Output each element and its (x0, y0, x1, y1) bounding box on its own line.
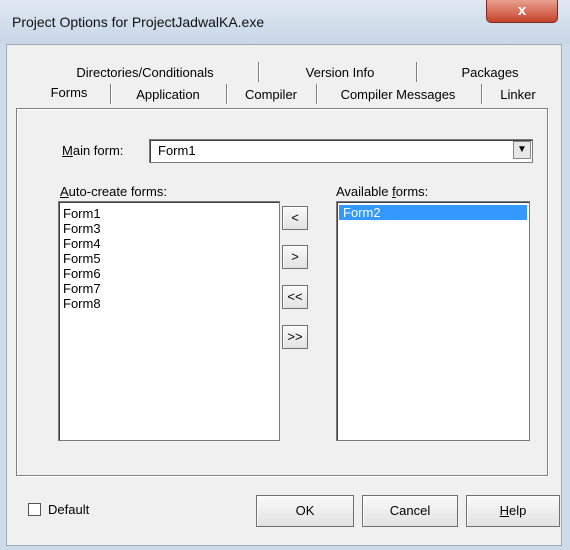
tab-packages[interactable]: Packages (430, 62, 550, 84)
list-item[interactable]: Form8 (59, 296, 279, 311)
list-item[interactable]: Form6 (59, 266, 279, 281)
dialog-window: Project Options for ProjectJadwalKA.exe … (0, 0, 570, 550)
tab-separator (226, 84, 228, 104)
tab-version-info[interactable]: Version Info (280, 62, 400, 84)
title-bar: Project Options for ProjectJadwalKA.exe … (0, 0, 570, 44)
main-form-select[interactable]: Form1 ▼ (149, 139, 533, 163)
main-form-value: Form1 (158, 143, 196, 158)
list-item[interactable]: Form7 (59, 281, 279, 296)
tab-forms[interactable]: Forms (38, 82, 100, 104)
move-left-all-button[interactable]: << (282, 285, 308, 309)
tab-linker[interactable]: Linker (488, 84, 548, 106)
move-left-one-button[interactable]: < (282, 206, 308, 230)
tab-separator (258, 62, 260, 82)
tab-compiler[interactable]: Compiler (232, 84, 310, 106)
list-item[interactable]: Form5 (59, 251, 279, 266)
default-label: Default (48, 502, 90, 517)
move-right-all-button[interactable]: >> (282, 325, 308, 349)
chevron-down-icon[interactable]: ▼ (513, 141, 531, 159)
tab-directories-conditionals[interactable]: Directories/Conditionals (60, 62, 230, 84)
list-item[interactable]: Form4 (59, 236, 279, 251)
list-item[interactable]: Form1 (59, 206, 279, 221)
ok-button[interactable]: OK (256, 495, 354, 527)
close-icon: x (517, 2, 527, 19)
tab-separator (481, 84, 483, 104)
tab-separator (110, 84, 112, 104)
move-right-one-button[interactable]: > (282, 245, 308, 269)
list-item[interactable]: Form3 (59, 221, 279, 236)
close-button[interactable]: x (486, 0, 558, 23)
available-forms-label: Available forms: (336, 184, 429, 199)
tab-application[interactable]: Application (118, 84, 218, 106)
main-form-label: Main form: (62, 143, 124, 158)
cancel-button[interactable]: Cancel (362, 495, 458, 527)
auto-create-label: Auto-create forms: (60, 184, 167, 199)
default-checkbox[interactable] (28, 503, 41, 516)
tab-separator (416, 62, 418, 82)
list-item[interactable]: Form2 (339, 205, 527, 220)
tab-separator (316, 84, 318, 104)
help-button[interactable]: Help (466, 495, 560, 527)
window-title: Project Options for ProjectJadwalKA.exe (12, 14, 265, 30)
available-forms-list[interactable]: Form2 (336, 201, 530, 441)
auto-create-list[interactable]: Form1 Form3 Form4 Form5 Form6 Form7 Form… (58, 201, 280, 441)
tab-compiler-messages[interactable]: Compiler Messages (322, 84, 474, 106)
